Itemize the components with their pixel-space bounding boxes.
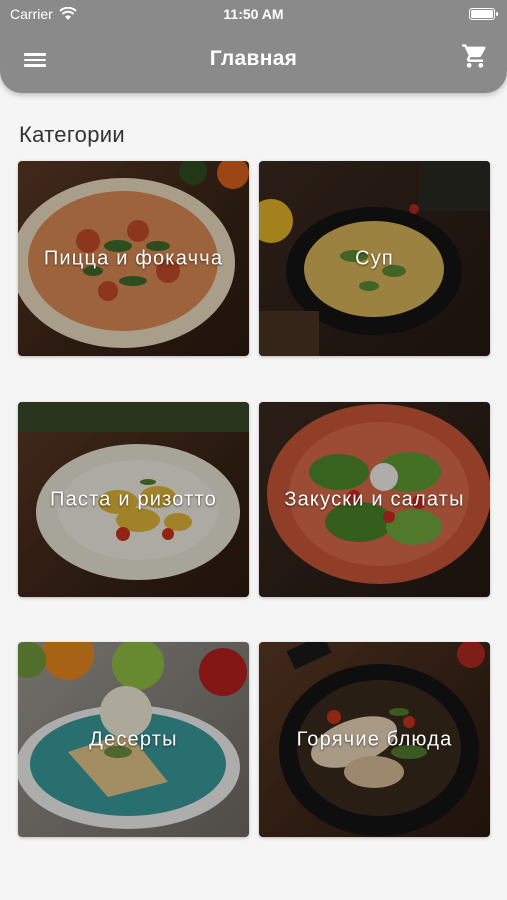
- category-card-desserts[interactable]: Десерты: [18, 642, 249, 837]
- page-title: Главная: [209, 47, 298, 70]
- shopping-cart-icon[interactable]: [461, 42, 489, 70]
- category-card-pizza[interactable]: Пицца и фокачча: [18, 161, 249, 356]
- section-title: Категории: [19, 122, 125, 147]
- battery-icon: [469, 8, 498, 20]
- category-label: Десерты: [89, 728, 178, 750]
- status-bar: Carrier 11:50 AM: [0, 0, 507, 28]
- app-header: Carrier 11:50 AM Главная: [0, 0, 507, 93]
- category-card-hot-dishes[interactable]: Горячие блюда: [259, 642, 490, 837]
- category-label: Закуски и салаты: [284, 488, 465, 510]
- category-label: Суп: [355, 247, 394, 269]
- category-label: Пицца и фокачча: [43, 247, 224, 269]
- category-label: Горячие блюда: [296, 728, 453, 750]
- category-card-salads[interactable]: Закуски и салаты: [259, 402, 490, 597]
- category-card-soup[interactable]: Суп: [259, 161, 490, 356]
- status-time: 11:50 AM: [223, 6, 284, 22]
- category-label: Паста и ризотто: [50, 488, 217, 510]
- category-card-pasta[interactable]: Паста и ризотто: [18, 402, 249, 597]
